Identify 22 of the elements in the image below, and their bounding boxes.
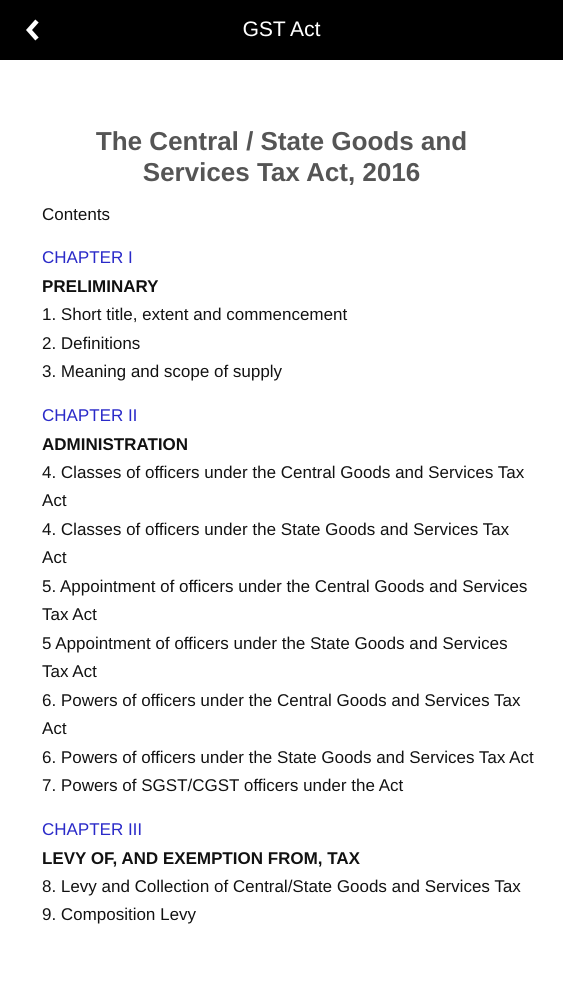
section-link[interactable]: 7. Powers of SGST/CGST officers under the Act bbox=[42, 772, 535, 800]
section-link[interactable]: 6. Powers of officers under the Central Goods and Services Tax Act bbox=[42, 686, 535, 744]
section-link[interactable]: 1. Short title, extent and commencement bbox=[42, 301, 535, 330]
chapter-heading: PRELIMINARY bbox=[42, 276, 160, 298]
chapter-heading: ADMINISTRATION bbox=[42, 434, 190, 456]
section-link[interactable]: 4. Classes of officers under the Central Goods and Services Tax Act bbox=[42, 458, 535, 516]
contents-label: Contents bbox=[42, 204, 112, 226]
section-link[interactable]: 6. Powers of officers under the State Goods and Services Tax Act bbox=[42, 744, 535, 772]
section-link[interactable]: 5 Appointment of officers under the State Goods and Services Tax Act bbox=[42, 630, 535, 686]
section-link[interactable]: 5. Appointment of officers under the Central Goods and Services Tax Act bbox=[42, 572, 535, 630]
chapter-link[interactable]: CHAPTER I bbox=[42, 243, 133, 272]
document-title: The Central / State Goods and Services Tax Act, 2016 bbox=[94, 126, 468, 188]
section-link[interactable]: 9. Composition Levy bbox=[42, 901, 535, 930]
nav-title: GST Act bbox=[242, 17, 320, 44]
section-link[interactable]: 4. Classes of officers under the State Goods and Services Tax Act bbox=[42, 516, 535, 572]
section-link[interactable]: 2. Definitions bbox=[42, 330, 535, 358]
chevron-left-icon bbox=[25, 19, 41, 41]
chapter-link[interactable]: CHAPTER II bbox=[42, 400, 138, 430]
chapter-heading: LEVY OF, AND EXEMPTION FROM, TAX bbox=[42, 848, 361, 870]
section-link[interactable]: 3. Meaning and scope of supply bbox=[42, 358, 535, 386]
section-link[interactable]: 8. Levy and Collection of Central/State Goods and Services Tax bbox=[42, 872, 535, 901]
chapter-link[interactable]: CHAPTER III bbox=[42, 814, 142, 844]
